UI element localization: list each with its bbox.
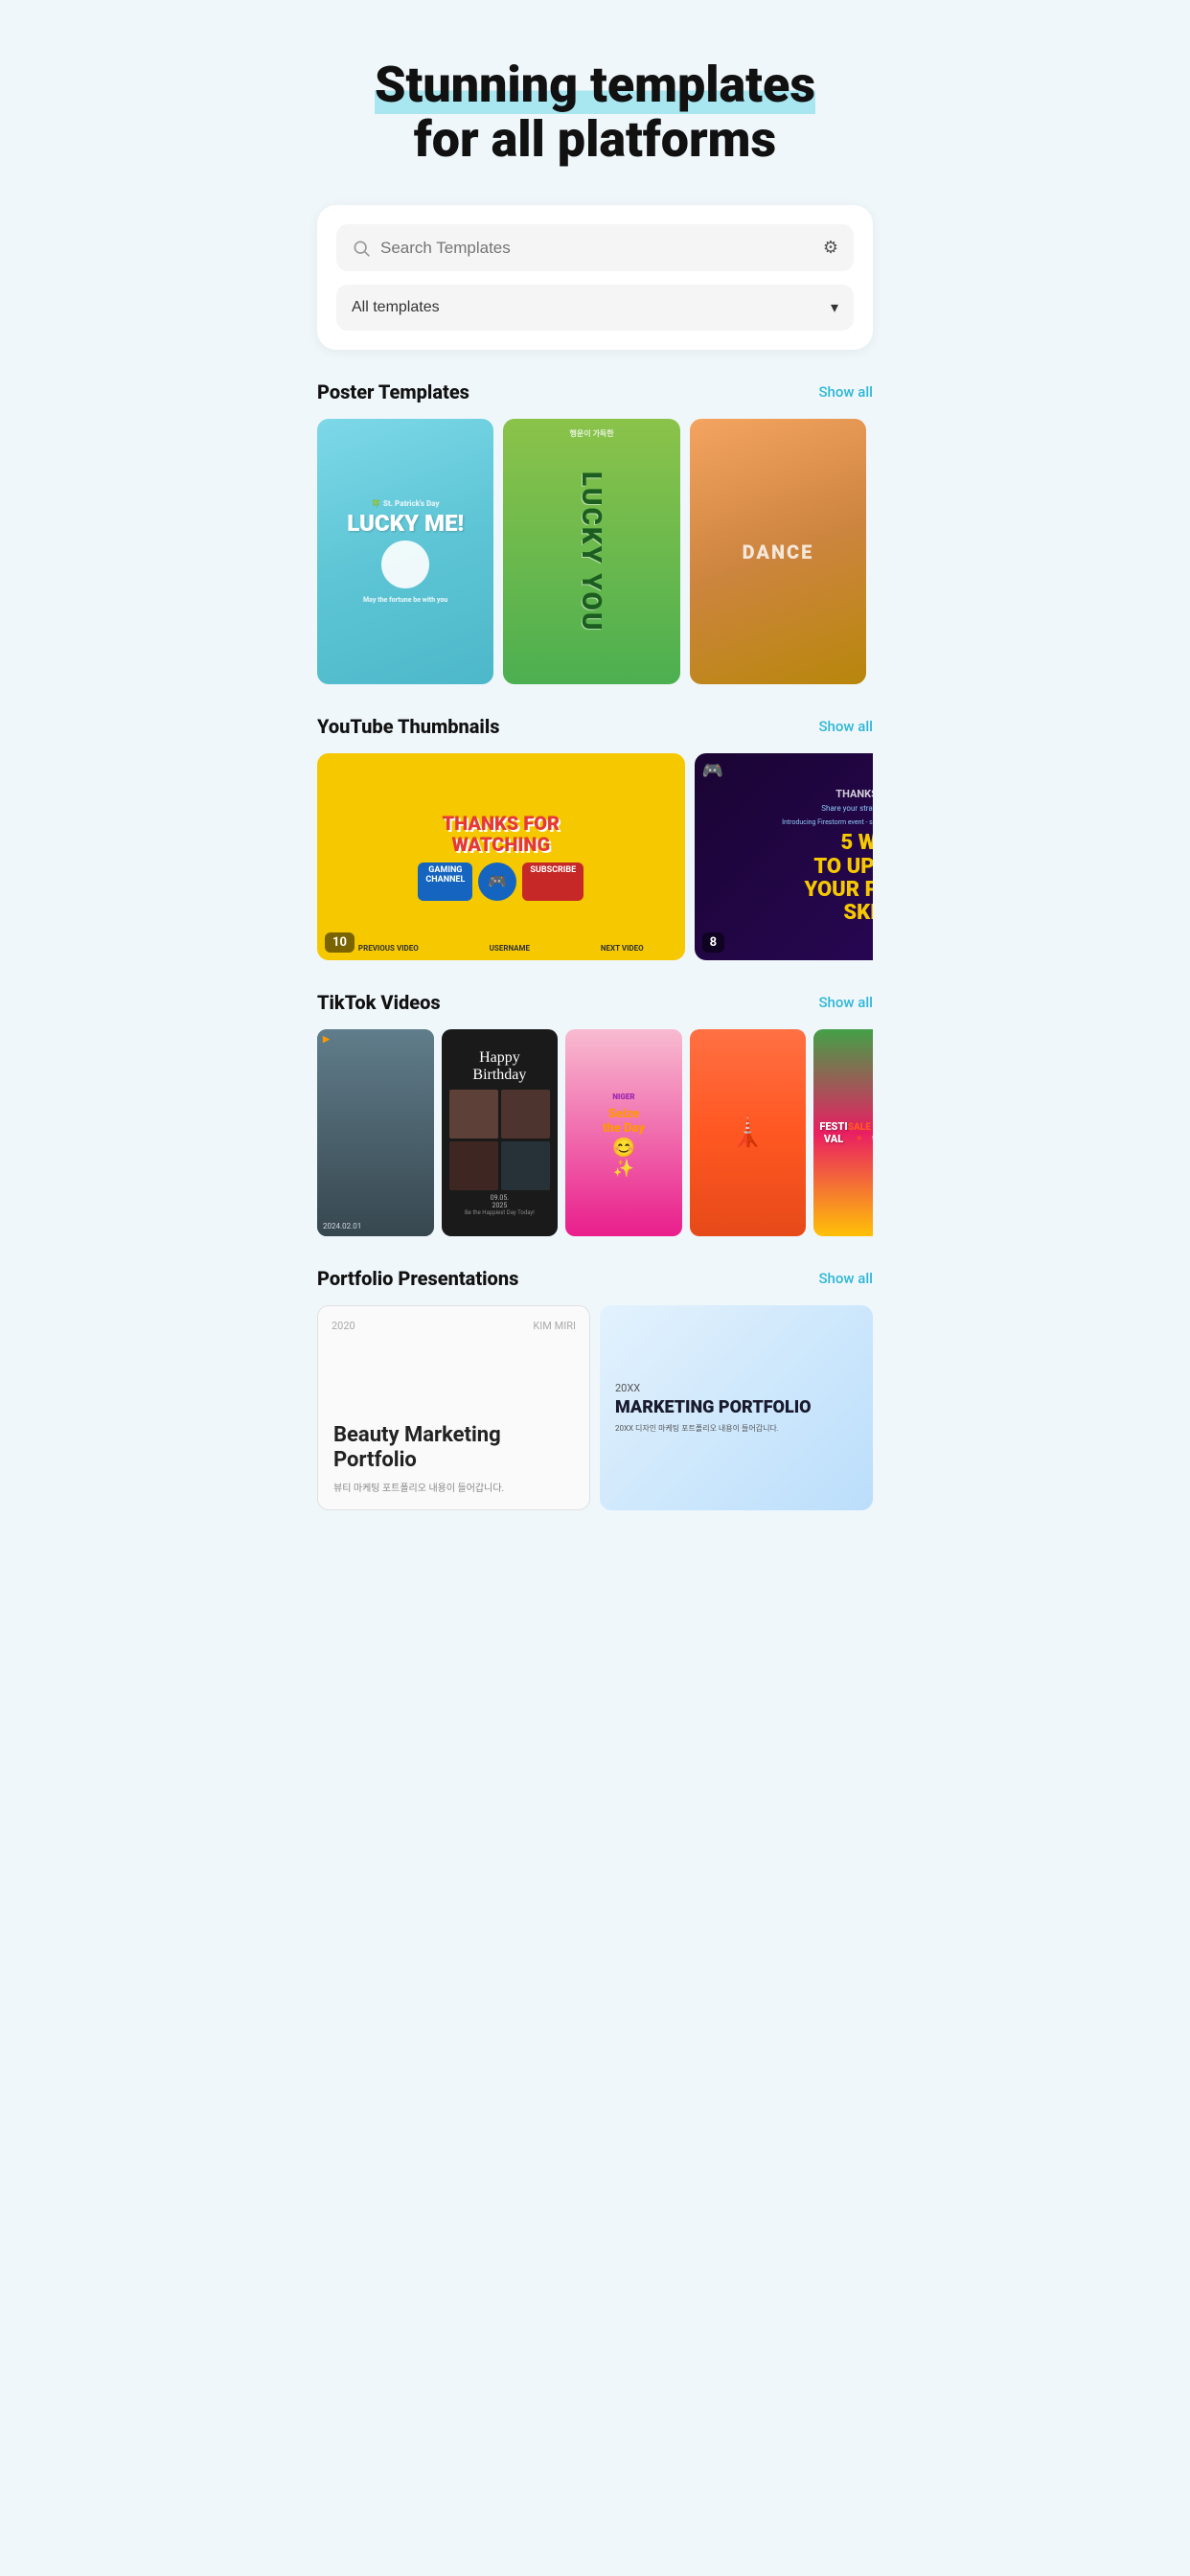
- tt2-photo-3: [449, 1141, 498, 1190]
- yt-bottom-bar: PREVIOUS VIDEO USERNAME NEXT VIDEO: [317, 944, 685, 953]
- poster-section-title: Poster Templates: [317, 380, 469, 403]
- youtube-card-watching[interactable]: THANKS FORWATCHING GAMINGCHANNEL 🎮 SUBSC…: [317, 753, 685, 960]
- filter-button[interactable]: ⚙: [823, 238, 838, 258]
- tt3-title: NIGER: [606, 1087, 640, 1107]
- template-type-dropdown[interactable]: All templates ▾: [336, 285, 854, 331]
- yt-badge-gaming: GAMINGCHANNEL: [418, 862, 472, 901]
- tt5-festival-text: FESTIVAL: [819, 1120, 847, 1145]
- yt2-sub-text: Share your strategies in the con...: [821, 804, 873, 813]
- yt-prev-label: PREVIOUS VIDEO: [358, 944, 419, 953]
- port2-title: MARKETING PORTFOLIO: [615, 1398, 858, 1417]
- search-icon: [352, 239, 371, 258]
- tiktok-show-all-link[interactable]: Show all: [818, 994, 873, 1011]
- tiktok-section-title: TikTok Videos: [317, 991, 441, 1014]
- search-panel: ⚙ All templates ▾: [317, 205, 873, 350]
- poster-lucky-you-sub: 행운이 가득한: [570, 428, 614, 439]
- tt5-sale-text: SALE »: [848, 1122, 871, 1143]
- tt4-eiffel: 🗼: [690, 1029, 807, 1236]
- hero-title-line2: for all platforms: [414, 110, 776, 169]
- tt1-date: 2024.02.01: [323, 1222, 361, 1230]
- hero-title: Stunning templates for all platforms: [327, 58, 863, 167]
- port1-name: KIM MIRI: [533, 1320, 576, 1332]
- tiktok-grid: 2024.02.01 ▶ HappyBirthday 09.05.2025 Be…: [317, 1029, 873, 1236]
- yt2-top-text: THANKS FOR W...: [835, 788, 873, 800]
- tiktok-section-header: TikTok Videos Show all: [317, 991, 873, 1014]
- tt5-sub: Chance to win summer clothing: [871, 1126, 873, 1141]
- search-bar-container: ⚙: [336, 224, 854, 271]
- tt3-star: ✨: [613, 1159, 634, 1179]
- poster-dance-label: DANCE: [743, 540, 814, 564]
- youtube-show-all-link[interactable]: Show all: [818, 718, 873, 735]
- tt2-sub: Be the Happiest Day Today!: [465, 1209, 535, 1216]
- youtube-section-title: YouTube Thumbnails: [317, 715, 499, 738]
- poster-grid: 🍀 St. Patrick's Day LUCKY ME! May the fo…: [317, 419, 873, 684]
- yt2-game-icon: 🎮: [702, 761, 723, 781]
- yt-badge-subscribe: SUBSCRIBE: [522, 862, 584, 901]
- poster-section-header: Poster Templates Show all: [317, 380, 873, 403]
- yt2-main-text: 5 WAYSTO UPGRADEYOUR PLAYINGSKILLS: [804, 832, 873, 925]
- tiktok-videos-section: TikTok Videos Show all 2024.02.01 ▶ Happ…: [298, 991, 892, 1236]
- port2-year: 20XX: [615, 1382, 858, 1394]
- youtube-grid: THANKS FORWATCHING GAMINGCHANNEL 🎮 SUBSC…: [317, 753, 873, 960]
- tiktok-card-outdoor[interactable]: 2024.02.01 ▶: [317, 1029, 434, 1236]
- tt1-badge: ▶: [323, 1035, 330, 1045]
- port1-subtitle: 뷰티 마케팅 포트폴리오 내용이 들어갑니다.: [333, 1480, 574, 1494]
- youtube-thumbnails-section: YouTube Thumbnails Show all THANKS FORWA…: [298, 715, 892, 960]
- tt2-photo-4: [501, 1141, 550, 1190]
- portfolio-grid: 2020 KIM MIRI Beauty Marketing Portfolio…: [317, 1305, 873, 1510]
- poster-badge: 🍀 St. Patrick's Day: [372, 499, 440, 508]
- tiktok-card-seize[interactable]: NIGER Seizethe Day 😊 ✨: [565, 1029, 682, 1236]
- yt-count-2: 8: [702, 932, 724, 953]
- dropdown-label: All templates: [352, 299, 440, 316]
- poster-card-lucky-me[interactable]: 🍀 St. Patrick's Day LUCKY ME! May the fo…: [317, 419, 493, 684]
- portfolio-card-marketing[interactable]: 20XX MARKETING PORTFOLIO 20XX 디자인 마케팅 포트…: [600, 1305, 873, 1510]
- tt2-happy-text: HappyBirthday: [472, 1049, 526, 1084]
- tt2-date-text: 09.05.2025: [491, 1194, 509, 1209]
- port1-year: 2020: [332, 1320, 355, 1332]
- tiktok-card-festival[interactable]: FESTIVAL SALE » Chance to win summer clo…: [813, 1029, 873, 1236]
- cloud-decoration: [381, 540, 429, 588]
- hero-title-line1: Stunning templates: [375, 56, 815, 114]
- yt-thanks-watching-text: THANKS FORWATCHING: [442, 813, 560, 855]
- poster-card-lucky-you[interactable]: LUCKY YOU 행운이 가득한: [503, 419, 679, 684]
- yt-badges-row: GAMINGCHANNEL 🎮 SUBSCRIBE: [418, 862, 584, 901]
- yt-username-label: USERNAME: [490, 944, 530, 953]
- tiktok-card-eiffel[interactable]: 🗼: [690, 1029, 807, 1236]
- hero-section: Stunning templates for all platforms: [298, 0, 892, 205]
- portfolio-card-beauty[interactable]: 2020 KIM MIRI Beauty Marketing Portfolio…: [317, 1305, 590, 1510]
- tt3-smiley: 😊: [612, 1136, 636, 1159]
- yt-count-1: 10: [325, 932, 355, 953]
- port2-subtitle: 20XX 디자인 마케팅 포트폴리오 내용이 들어갑니다.: [615, 1423, 858, 1434]
- poster-sub-text: May the fortune be with you: [363, 596, 447, 604]
- search-input[interactable]: [380, 239, 813, 258]
- youtube-section-header: YouTube Thumbnails Show all: [317, 715, 873, 738]
- chevron-down-icon: ▾: [831, 298, 838, 317]
- poster-lucky-me-text: LUCKY ME!: [347, 512, 464, 535]
- poster-show-all-link[interactable]: Show all: [818, 383, 873, 401]
- portfolio-section-title: Portfolio Presentations: [317, 1267, 518, 1290]
- filter-icon: ⚙: [823, 238, 838, 258]
- tt2-photo-2: [501, 1090, 550, 1138]
- youtube-card-upgrade[interactable]: THANKS FOR W... Share your strategies in…: [695, 753, 873, 960]
- poster-card-dance[interactable]: DANCE: [690, 419, 866, 684]
- portfolio-section-header: Portfolio Presentations Show all: [317, 1267, 873, 1290]
- tt2-photo-1: [449, 1090, 498, 1138]
- tt2-photo-grid: [449, 1090, 551, 1191]
- tt3-seize-text: Seizethe Day: [603, 1107, 645, 1136]
- yt2-intro-text: Introducing Firestorm event - survive th…: [782, 818, 873, 826]
- tt1-background: 2024.02.01 ▶: [317, 1029, 434, 1236]
- port1-title: Beauty Marketing Portfolio: [333, 1423, 574, 1474]
- poster-lucky-you-text: LUCKY YOU: [576, 472, 607, 632]
- yt-next-label: NEXT VIDEO: [601, 944, 644, 953]
- portfolio-show-all-link[interactable]: Show all: [818, 1270, 873, 1287]
- tiktok-card-birthday[interactable]: HappyBirthday 09.05.2025 Be the Happiest…: [442, 1029, 559, 1236]
- poster-templates-section: Poster Templates Show all 🍀 St. Patrick'…: [298, 380, 892, 684]
- yt-controller-icon: 🎮: [478, 862, 516, 901]
- portfolio-section: Portfolio Presentations Show all 2020 KI…: [298, 1267, 892, 1510]
